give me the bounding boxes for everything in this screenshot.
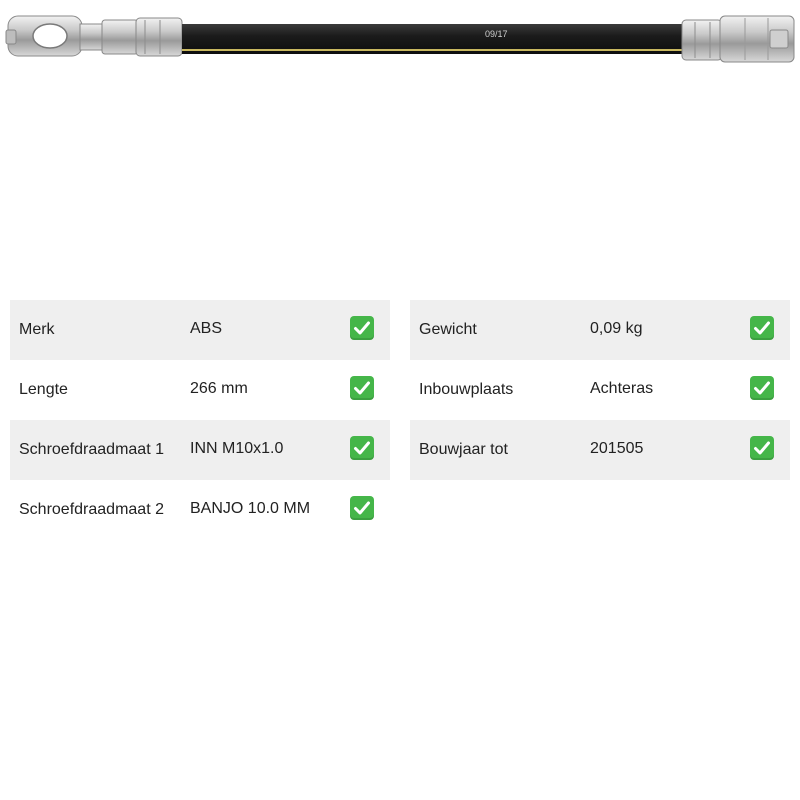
check-icon [350,376,374,400]
check-icon [750,436,774,460]
check-icon [350,316,374,340]
spec-row-inbouwplaats: Inbouwplaats Achteras [410,360,790,420]
spec-value: INN M10x1.0 [190,440,284,457]
spec-row-schroefdraadmaat-1: Schroefdraadmaat 1 INN M10x1.0 [10,420,390,480]
spec-label: Lengte [19,381,68,398]
spec-value: 266 mm [190,380,248,397]
check-icon [350,496,374,520]
check-icon [750,376,774,400]
spec-row-merk: Merk ABS [10,300,390,360]
spec-label: Bouwjaar tot [419,441,508,458]
brake-hose-image: 09/17 [5,15,795,63]
spec-table-right: Gewicht 0,09 kg Inbouwplaats Achteras Bo… [410,300,790,480]
spec-table-left: Merk ABS Lengte 266 mm Schroefdraadmaat … [10,300,390,540]
hose-marking: 09/17 [485,29,508,39]
spec-value: Achteras [590,380,654,397]
spec-row-bouwjaar-tot: Bouwjaar tot 201505 [410,420,790,480]
spec-value: BANJO 10.0 MM [190,500,311,517]
check-icon [350,436,374,460]
spec-row-schroefdraadmaat-2: Schroefdraadmaat 2 BANJO 10.0 MM [10,480,390,540]
spec-label: Merk [19,321,55,338]
spec-value: 0,09 kg [590,320,643,337]
spec-label: Gewicht [419,321,477,338]
spec-label: Schroefdraadmaat 1 [19,441,164,458]
spec-label: Schroefdraadmaat 2 [19,501,164,518]
spec-row-gewicht: Gewicht 0,09 kg [410,300,790,360]
spec-value: 201505 [590,440,644,457]
check-icon [750,316,774,340]
spec-label: Inbouwplaats [419,381,514,398]
spec-row-lengte: Lengte 266 mm [10,360,390,420]
spec-value: ABS [190,320,223,337]
